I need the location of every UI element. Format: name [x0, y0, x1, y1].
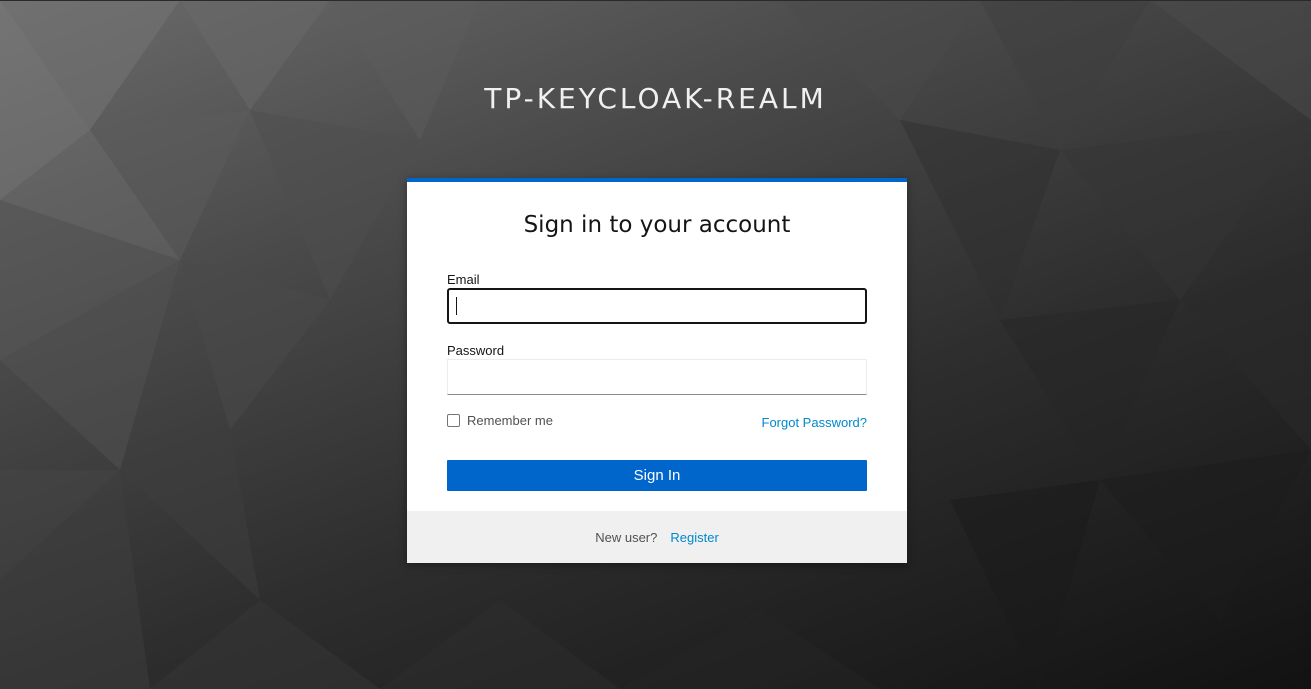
login-card: Sign in to your account Email Password R…	[407, 178, 907, 563]
top-border-line	[0, 0, 1311, 1]
new-user-text: New user?	[595, 529, 658, 545]
email-input[interactable]	[447, 288, 867, 324]
password-label: Password	[447, 343, 505, 358]
text-caret	[456, 297, 457, 315]
registration-footer: New user? Register	[407, 511, 907, 563]
email-label: Email	[447, 272, 480, 287]
login-heading: Sign in to your account	[523, 212, 791, 238]
remember-me-checkbox[interactable]	[447, 414, 460, 427]
remember-me-row: Remember me	[447, 413, 553, 428]
sign-in-button[interactable]: Sign In	[447, 460, 867, 491]
forgot-password-link[interactable]: Forgot Password?	[762, 415, 868, 430]
remember-me-label[interactable]: Remember me	[467, 413, 553, 428]
password-input[interactable]	[447, 359, 867, 395]
register-link[interactable]: Register	[670, 530, 718, 545]
realm-title: TP-KEYCLOAK-REALM	[484, 82, 827, 115]
